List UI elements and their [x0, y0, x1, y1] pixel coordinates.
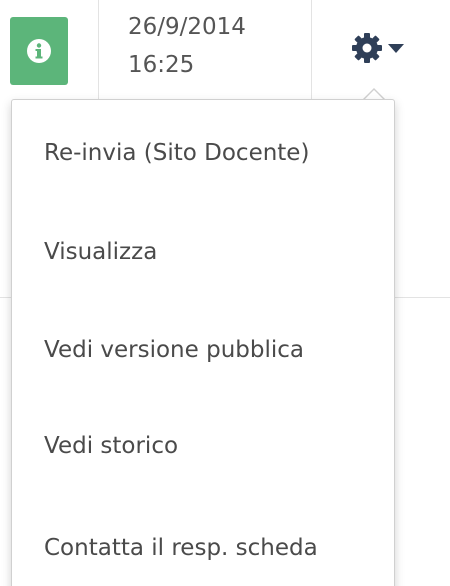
caret-down-icon: [388, 43, 404, 53]
actions-dropdown-menu: Re-invia (Sito Docente) Visualizza Vedi …: [11, 99, 395, 586]
info-badge[interactable]: [10, 17, 68, 85]
last-modified-datetime: 26/9/2014 16:25: [128, 8, 246, 84]
menu-item-public-version[interactable]: Vedi versione pubblica: [13, 324, 395, 376]
settings-dropdown-toggle[interactable]: [350, 26, 430, 70]
time-text: 16:25: [128, 52, 195, 78]
date-text: 26/9/2014: [128, 14, 246, 40]
menu-item-view[interactable]: Visualizza: [13, 226, 395, 278]
menu-item-contact-owner[interactable]: Contatta il resp. scheda: [13, 522, 395, 574]
column-divider: [98, 0, 99, 100]
menu-item-resend[interactable]: Re-invia (Sito Docente): [13, 127, 395, 179]
column-divider: [311, 0, 312, 100]
gear-icon: [352, 33, 382, 63]
table-row-area: 26/9/2014 16:25 Re-invia (Sito Docente) …: [0, 0, 450, 586]
menu-item-history[interactable]: Vedi storico: [13, 420, 395, 472]
info-circle-icon: [27, 39, 51, 63]
